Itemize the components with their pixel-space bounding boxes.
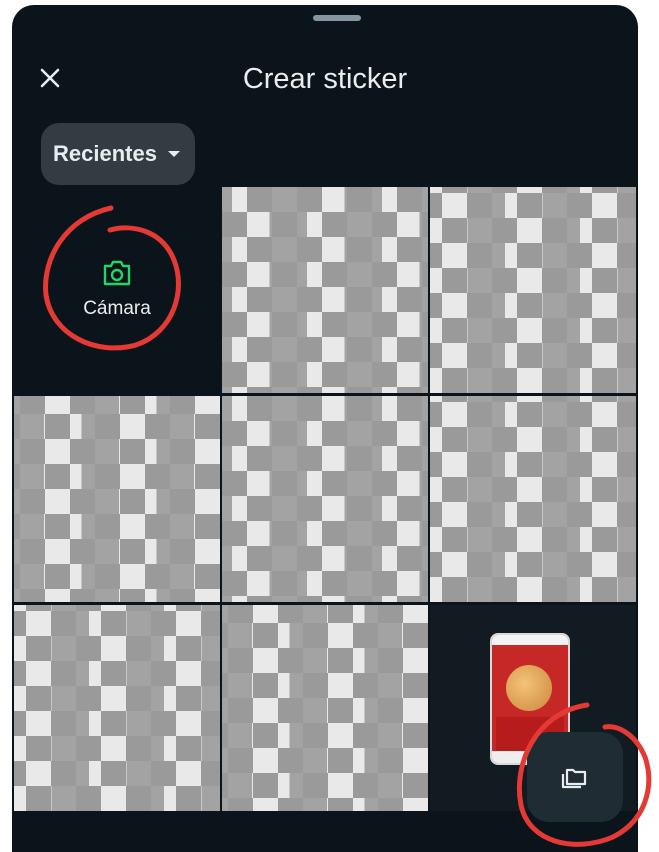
media-thumbnail[interactable] (222, 396, 428, 602)
cat-image (506, 665, 552, 711)
recents-dropdown-label: Recientes (53, 141, 157, 166)
media-thumbnail[interactable] (14, 605, 220, 811)
media-thumbnail[interactable] (222, 605, 428, 811)
camera-label: Cámara (83, 298, 151, 319)
caret-down-icon (167, 151, 180, 157)
media-thumbnail[interactable] (430, 396, 636, 602)
camera-tile[interactable]: Cámara (14, 187, 220, 393)
recents-dropdown[interactable]: Recientes (41, 123, 195, 185)
open-files-button[interactable] (527, 732, 623, 822)
sticker-sheet: Crear sticker Recientes Cámara (12, 5, 638, 852)
drag-handle[interactable] (313, 15, 361, 21)
media-thumbnail[interactable] (430, 187, 636, 393)
camera-icon (103, 260, 131, 286)
page-title: Crear sticker (242, 63, 408, 95)
media-thumbnail[interactable] (222, 187, 428, 393)
folder-icon (561, 768, 587, 789)
media-thumbnail[interactable] (14, 396, 220, 602)
